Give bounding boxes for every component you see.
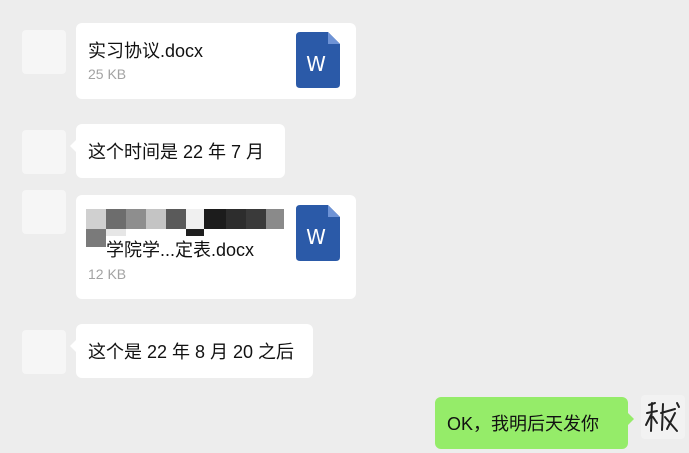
file-message[interactable]: 学院学...定表.docx 12 KB W — [76, 195, 356, 299]
file-message[interactable]: 实习协议.docx 25 KB W — [76, 23, 356, 99]
message-text: 这个是 22 年 8 月 20 之后 — [88, 342, 295, 362]
word-icon: W — [296, 205, 340, 261]
contact-avatar[interactable] — [22, 330, 66, 374]
contact-avatar[interactable] — [22, 190, 66, 234]
contact-avatar[interactable] — [22, 30, 66, 74]
handwriting-avatar-image — [645, 402, 680, 432]
file-size: 12 KB — [88, 266, 127, 282]
file-name: 实习协议.docx — [88, 41, 204, 61]
outgoing-text-message[interactable]: OK，我明后天发你 — [435, 397, 634, 449]
message-text: 这个时间是 22 年 7 月 — [88, 142, 265, 162]
svg-text:W: W — [306, 52, 326, 76]
word-icon: W — [296, 32, 340, 88]
file-size: 25 KB — [88, 66, 127, 82]
contact-avatar[interactable] — [22, 130, 66, 174]
my-avatar[interactable] — [641, 395, 685, 439]
text-message[interactable]: 这个是 22 年 8 月 20 之后 — [70, 324, 313, 378]
text-message[interactable]: 这个时间是 22 年 7 月 — [70, 124, 285, 178]
file-name: 学院学...定表.docx — [106, 236, 255, 262]
svg-text:W: W — [306, 225, 326, 249]
message-text: OK，我明后天发你 — [447, 414, 600, 434]
chat-window: 实习协议.docx 25 KB W 这个时间是 22 年 7 月 学院学...定… — [0, 0, 689, 453]
